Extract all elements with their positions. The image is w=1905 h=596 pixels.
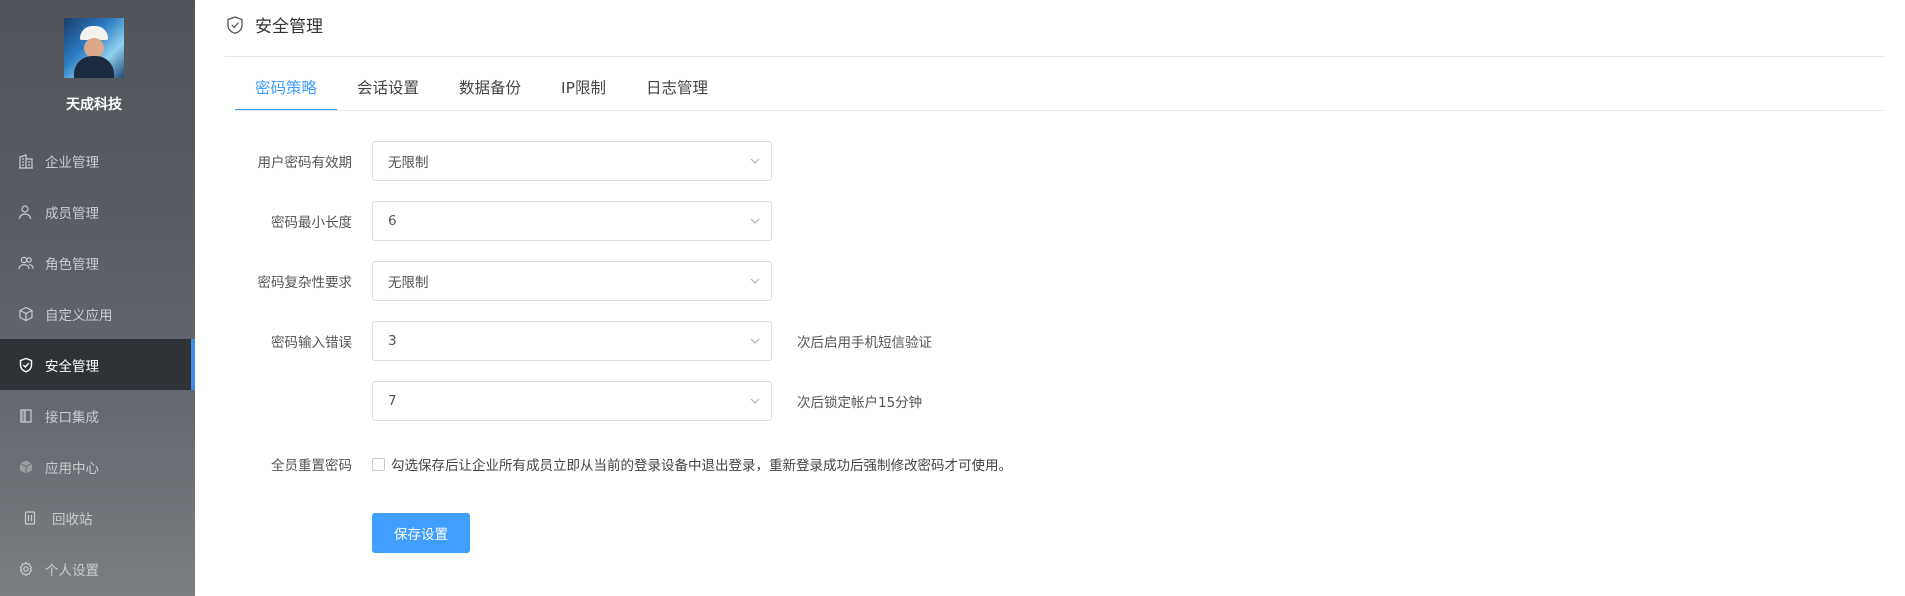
sidebar-item-label: 安全管理 — [45, 358, 99, 375]
reset-all-checkbox[interactable] — [372, 457, 385, 471]
sidebar-item-personal-settings[interactable]: 个人设置 — [0, 543, 195, 594]
box-icon — [18, 459, 34, 475]
header-divider — [225, 56, 1885, 57]
chevron-down-icon — [750, 398, 760, 404]
sidebar-item-enterprise[interactable]: 企业管理 — [0, 135, 195, 186]
error-lock-suffix: 次后锁定帐户15分钟 — [797, 395, 923, 411]
tab-bar: 密码策略 会话设置 数据备份 IP限制 日志管理 — [235, 70, 728, 111]
shield-icon — [225, 15, 245, 35]
sidebar-item-label: 回收站 — [52, 511, 93, 528]
form-row-error-lock: 7 次后锁定帐户15分钟 — [225, 381, 922, 421]
sidebar-item-roles[interactable]: 角色管理 — [0, 237, 195, 288]
form-row-complexity: 密码复杂性要求 无限制 — [225, 261, 772, 301]
avatar[interactable] — [64, 18, 124, 78]
min-length-label: 密码最小长度 — [271, 215, 352, 231]
complexity-select[interactable]: 无限制 — [372, 261, 772, 301]
building-icon — [18, 153, 34, 169]
sidebar-item-custom-apps[interactable]: 自定义应用 — [0, 288, 195, 339]
sidebar-nav: 企业管理 成员管理 角色管理 自定义应用 安全管理 接口集成 应用中心 回收站 … — [0, 135, 195, 594]
company-name: 天成科技 — [66, 97, 122, 113]
form-row-min-length: 密码最小长度 6 — [225, 201, 772, 241]
complexity-label: 密码复杂性要求 — [257, 275, 353, 291]
form-row-error-sms: 密码输入错误 3 次后启用手机短信验证 — [225, 321, 932, 361]
tab-password-policy[interactable]: 密码策略 — [235, 70, 338, 111]
select-value: 7 — [388, 393, 397, 409]
tabs-divider — [235, 110, 1885, 111]
select-value: 6 — [388, 213, 397, 229]
tab-ip-restriction[interactable]: IP限制 — [541, 70, 626, 109]
reset-all-description: 勾选保存后让企业所有成员立即从当前的登录设备中退出登录，重新登录成功后强制修改密… — [391, 458, 1012, 474]
sidebar-item-security[interactable]: 安全管理 — [0, 339, 195, 390]
sidebar-item-recycle-bin[interactable]: 回收站 — [0, 492, 195, 543]
error-sms-select[interactable]: 3 — [372, 321, 772, 361]
chevron-down-icon — [750, 278, 760, 284]
page-title: 安全管理 — [255, 17, 323, 37]
chevron-down-icon — [750, 338, 760, 344]
chevron-down-icon — [750, 158, 760, 164]
users-icon — [18, 255, 34, 271]
panel-icon — [18, 408, 34, 424]
tab-session-settings[interactable]: 会话设置 — [337, 70, 439, 109]
select-value: 无限制 — [388, 275, 429, 291]
main-content: 安全管理 密码策略 会话设置 数据备份 IP限制 日志管理 用户密码有效期 无限… — [195, 0, 1905, 596]
form-row-password-validity: 用户密码有效期 无限制 — [225, 141, 772, 181]
sidebar: 天成科技 企业管理 成员管理 角色管理 自定义应用 安全管理 接口集成 应用中心… — [0, 0, 195, 596]
shield-icon — [18, 357, 34, 373]
sidebar-item-label: 个人设置 — [45, 562, 99, 579]
sidebar-item-label: 应用中心 — [45, 460, 99, 477]
page-header: 安全管理 — [225, 12, 323, 37]
reset-all-label: 全员重置密码 — [271, 458, 352, 474]
tab-log-management[interactable]: 日志管理 — [626, 70, 728, 109]
chevron-down-icon — [750, 218, 760, 224]
save-settings-button[interactable]: 保存设置 — [372, 513, 470, 553]
form-row-reset-all: 全员重置密码 勾选保存后让企业所有成员立即从当前的登录设备中退出登录，重新登录成… — [225, 452, 1012, 476]
select-value: 3 — [388, 333, 397, 349]
user-icon — [18, 204, 34, 220]
error-lock-select[interactable]: 7 — [372, 381, 772, 421]
sidebar-item-app-center[interactable]: 应用中心 — [0, 441, 195, 492]
gear-icon — [18, 561, 34, 577]
password-validity-select[interactable]: 无限制 — [372, 141, 772, 181]
cube-icon — [18, 306, 34, 322]
sidebar-item-label: 自定义应用 — [45, 307, 113, 324]
sidebar-item-integration[interactable]: 接口集成 — [0, 390, 195, 441]
error-sms-suffix: 次后启用手机短信验证 — [797, 335, 932, 351]
sidebar-item-label: 企业管理 — [45, 154, 99, 171]
min-length-select[interactable]: 6 — [372, 201, 772, 241]
tab-data-backup[interactable]: 数据备份 — [439, 70, 541, 109]
error-sms-label: 密码输入错误 — [271, 335, 352, 351]
password-validity-label: 用户密码有效期 — [257, 155, 353, 171]
sidebar-item-label: 接口集成 — [45, 409, 99, 426]
sidebar-item-label: 角色管理 — [45, 256, 99, 273]
trash-icon — [22, 510, 38, 526]
select-value: 无限制 — [388, 155, 429, 171]
sidebar-item-members[interactable]: 成员管理 — [0, 186, 195, 237]
sidebar-item-label: 成员管理 — [45, 205, 99, 222]
